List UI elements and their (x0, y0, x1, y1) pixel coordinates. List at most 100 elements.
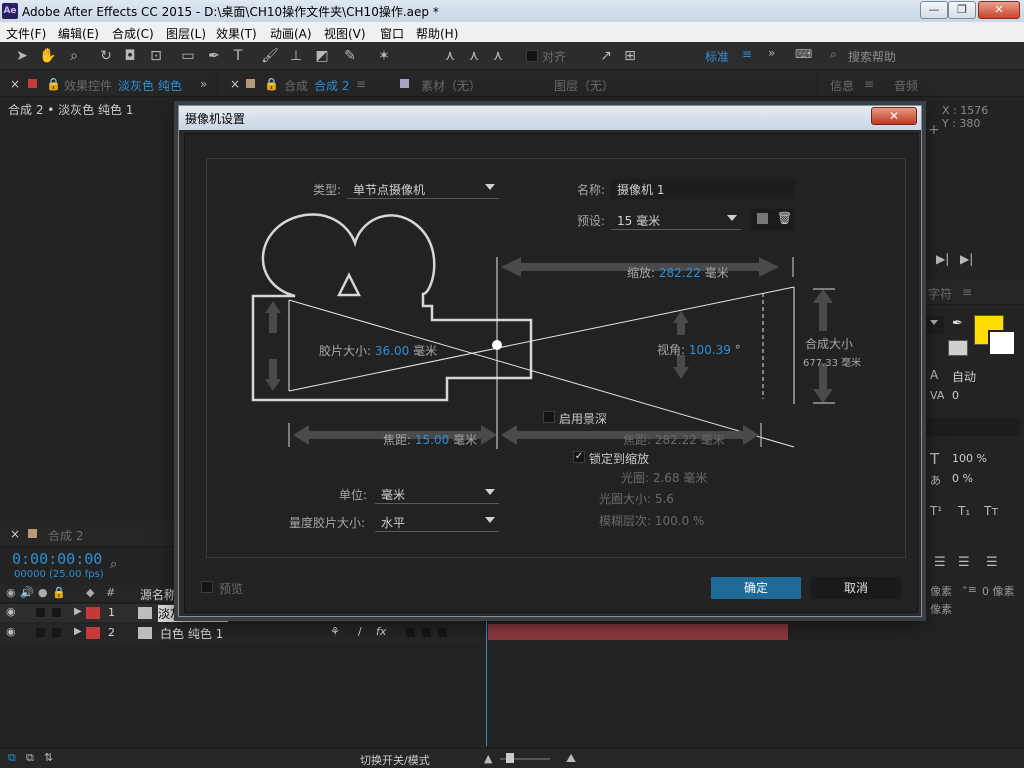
zoom-in-icon[interactable]: ⛰ (566, 751, 576, 766)
first-line-indent-value[interactable]: 0 像素 (982, 583, 1015, 599)
audio-tab[interactable]: 音频 (894, 77, 918, 94)
info-tab[interactable]: 信息 (830, 77, 854, 94)
expand-triangle-icon[interactable]: ▶ (74, 626, 82, 637)
workspace-overflow-icon[interactable]: » (768, 46, 775, 60)
puppet-pin-tool-icon[interactable]: ✶ (374, 46, 394, 66)
justify-left-icon[interactable]: ☰ (934, 555, 946, 570)
local-axis-icon[interactable]: ⋏ (440, 46, 460, 66)
last-frame-icon[interactable]: ▶| (960, 252, 973, 266)
visibility-eye-icon[interactable]: ◉ (6, 625, 16, 638)
eye-icon[interactable]: ◉ (6, 586, 16, 599)
motion-blur-switch[interactable] (422, 628, 431, 637)
layer-label-color[interactable] (86, 607, 100, 619)
panel-overflow-icon[interactable]: » (200, 77, 207, 91)
audio-icon[interactable]: 🔊 (20, 586, 34, 599)
layer-label-color[interactable] (86, 627, 100, 639)
rotate-tool-icon[interactable]: ↻ (96, 46, 116, 66)
visibility-eye-icon[interactable]: ◉ (6, 605, 16, 618)
current-time-indicator[interactable] (486, 600, 487, 746)
comp-flowchart-icon[interactable]: ⧉ (8, 751, 16, 765)
quality-switch-icon[interactable]: / (358, 625, 362, 638)
effect-controls-tab-label[interactable]: 效果控件 (64, 77, 112, 94)
rectangle-tool-icon[interactable]: ▭ (178, 46, 198, 66)
kerning-value[interactable]: 自动 (952, 368, 976, 385)
frame-blend-switch[interactable] (406, 628, 415, 637)
camera-name-input[interactable]: 摄像机 1 (611, 179, 795, 199)
sync-settings-icon[interactable]: ⌨ (795, 47, 812, 61)
solo-icon[interactable]: ● (38, 586, 48, 599)
subscript-icon[interactable]: T₁ (958, 504, 970, 518)
snap-edge-icon[interactable]: ↗ (596, 46, 616, 66)
expand-collapse-icon[interactable]: ⧉ (26, 751, 34, 765)
stroke-style-dropdown[interactable] (924, 418, 1020, 436)
justify-center-icon[interactable]: ☰ (958, 555, 970, 570)
justify-all-icon[interactable]: ☰ (986, 555, 998, 570)
pen-tool-icon[interactable]: ✒ (204, 46, 224, 66)
zoom-tool-icon[interactable]: ⌕ (64, 46, 84, 66)
comp-tab-name[interactable]: 合成 2 (314, 77, 349, 94)
label-icon[interactable]: ◆ (86, 586, 94, 599)
menu-view[interactable]: 视图(V) (324, 25, 366, 42)
effect-switch-icon[interactable]: fx (376, 625, 386, 638)
close-panel-icon[interactable]: × (230, 77, 240, 91)
lock-switch[interactable] (52, 608, 61, 617)
stroke-color-swatch[interactable] (988, 330, 1016, 356)
character-tab-menu-icon[interactable]: ≡ (962, 285, 972, 299)
eyedropper-icon[interactable]: ✒ (952, 316, 963, 331)
view-axis-icon[interactable]: ⋏ (488, 46, 508, 66)
expand-triangle-icon[interactable]: ▶ (74, 606, 82, 617)
camera-tool-icon[interactable]: ◘ (120, 46, 140, 66)
vertical-scale-value[interactable]: 100 % (952, 452, 987, 465)
preview-checkbox[interactable] (201, 581, 213, 593)
adjustment-switch[interactable] (438, 628, 447, 637)
menu-effect[interactable]: 效果(T) (216, 25, 257, 42)
snap-checkbox[interactable] (526, 50, 538, 62)
eraser-tool-icon[interactable]: ◩ (312, 46, 332, 66)
comp-tab-menu-icon[interactable]: ≡ (356, 77, 366, 91)
effect-controls-layer-name[interactable]: 淡灰色 纯色 (118, 77, 182, 94)
lock-icon[interactable]: 🔒 (46, 77, 61, 91)
layer-name[interactable]: 白色 纯色 1 (160, 625, 223, 642)
solo-switch[interactable] (36, 608, 45, 617)
pan-behind-tool-icon[interactable]: ⊡ (146, 46, 166, 66)
layer-duration-bar[interactable] (488, 624, 788, 640)
small-caps-icon[interactable]: Tᴛ (984, 504, 998, 518)
current-time-display[interactable]: 0:00:00:00 (12, 550, 102, 568)
maximize-button[interactable]: ❐ (948, 1, 976, 19)
table-row[interactable]: ◉ ▶ 2 白色 纯色 1 ⚘ / fx (0, 624, 480, 642)
menu-composition[interactable]: 合成(C) (112, 25, 154, 42)
close-panel-icon[interactable]: × (10, 77, 20, 91)
menu-animation[interactable]: 动画(A) (270, 25, 312, 42)
menu-layer[interactable]: 图层(L) (166, 25, 206, 42)
units-dropdown[interactable]: 毫米 (375, 484, 499, 504)
window-close-button[interactable]: ✕ (978, 1, 1020, 19)
tracking-value[interactable]: 0 (952, 389, 959, 402)
transfer-controls-icon[interactable]: ⇅ (44, 751, 53, 764)
measure-film-dropdown[interactable]: 水平 (375, 512, 499, 532)
brush-tool-icon[interactable]: 🖌 (260, 46, 280, 66)
snap-grid-icon[interactable]: ⊞ (620, 46, 640, 66)
lock-icon[interactable]: 🔒 (264, 77, 279, 91)
toggle-switches-modes[interactable]: 切换开关/模式 (360, 752, 430, 768)
set-to-black-white-icon[interactable] (948, 340, 968, 356)
zoom-value[interactable]: 282.22 (659, 266, 701, 280)
camera-type-dropdown[interactable]: 单节点摄像机 (347, 179, 499, 199)
ok-button[interactable]: 确定 (711, 577, 801, 599)
info-tab-menu-icon[interactable]: ≡ (864, 77, 874, 91)
lock-icon[interactable]: 🔒 (52, 586, 66, 599)
superscript-icon[interactable]: T¹ (930, 504, 942, 518)
selection-tool-icon[interactable]: ➤ (12, 46, 32, 66)
menu-window[interactable]: 窗口 (380, 25, 404, 42)
comp-tab-prefix[interactable]: 合成 (284, 77, 308, 94)
world-axis-icon[interactable]: ⋏ (464, 46, 484, 66)
search-help-input[interactable]: 搜索帮助 (848, 48, 896, 65)
search-icon[interactable]: ⌕ (110, 557, 117, 572)
shy-switch-icon[interactable]: ⚘ (330, 625, 340, 638)
menu-file[interactable]: 文件(F) (6, 25, 46, 42)
hand-tool-icon[interactable]: ✋ (38, 46, 58, 66)
minimize-button[interactable]: — (920, 1, 948, 19)
time-zoom-slider-handle[interactable] (506, 753, 514, 763)
lock-switch[interactable] (52, 628, 61, 637)
menu-edit[interactable]: 编辑(E) (58, 25, 99, 42)
dialog-close-button[interactable]: ✕ (871, 107, 917, 125)
